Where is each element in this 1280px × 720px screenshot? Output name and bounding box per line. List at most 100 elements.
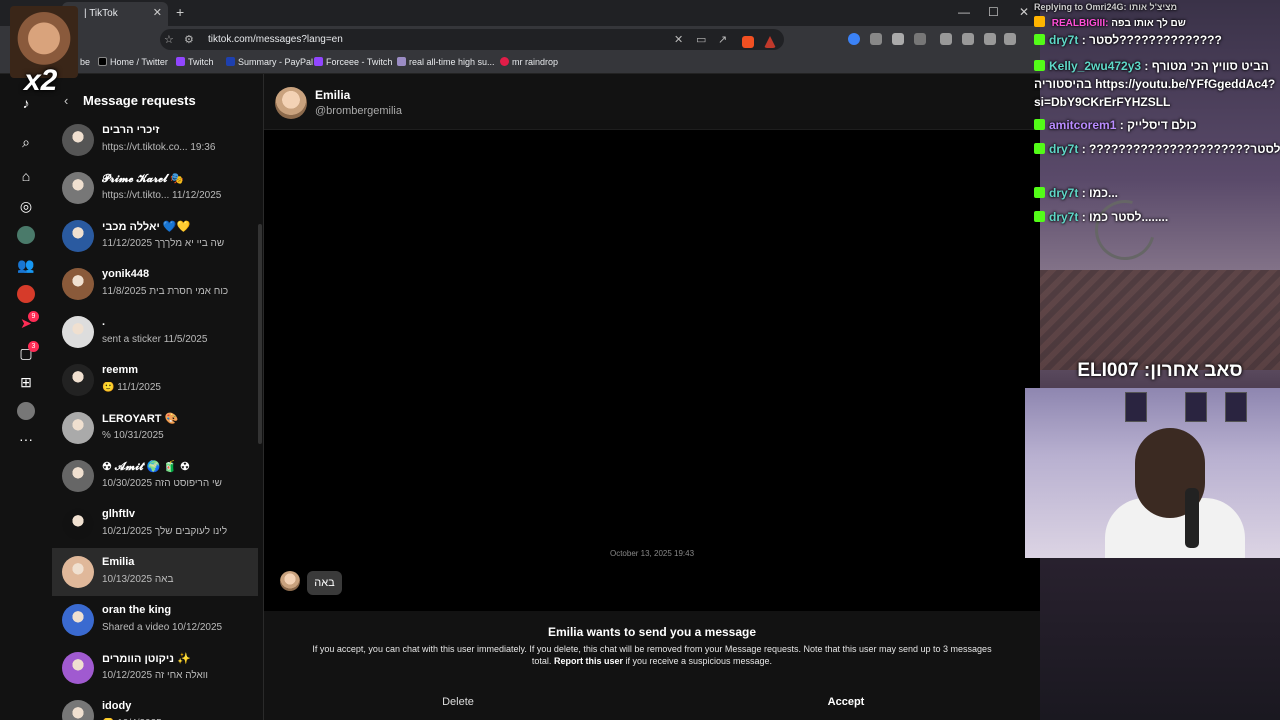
chat-text: : ??????????????????????לסטר bbox=[1081, 142, 1280, 156]
bookmark-item[interactable]: Summary - PayPal bbox=[226, 57, 313, 67]
chat-username[interactable]: amitcorem1 bbox=[1049, 118, 1116, 132]
tab-bar: | TikTok ✕ + — ☐ ✕ bbox=[0, 0, 1040, 26]
vpn-icon[interactable] bbox=[1004, 33, 1016, 45]
bookmark-item[interactable]: be bbox=[80, 57, 90, 67]
avatar bbox=[62, 412, 94, 444]
share-icon[interactable]: ↗ bbox=[718, 33, 727, 46]
site-info-icon[interactable]: ⚙ bbox=[184, 33, 194, 46]
conversation-item[interactable]: LEROYART 🎨 % 10/31/2025 bbox=[52, 404, 258, 452]
conversation-name: ניקוטן הוומרים ✨ bbox=[102, 653, 191, 665]
accept-button[interactable]: Accept bbox=[652, 691, 1040, 713]
conversation-item[interactable]: oran the king Shared a video 10/12/2025 bbox=[52, 596, 258, 644]
wallet-icon[interactable] bbox=[962, 33, 974, 45]
bookmark-icon[interactable]: ☆ bbox=[164, 33, 174, 46]
browser-window: | TikTok ✕ + — ☐ ✕ ☆ ⚙ tiktok.com/messag… bbox=[0, 0, 1040, 720]
bookmark-item[interactable]: real all-time high su... bbox=[397, 57, 495, 67]
conversation-item[interactable]: idody🙂 10/4/2025 bbox=[52, 692, 258, 720]
chat-username[interactable]: dry7t bbox=[1049, 33, 1078, 47]
conversation-preview: לינו לעוקבים שלך 10/21/2025 bbox=[102, 526, 228, 537]
upload-icon[interactable]: ⊞ bbox=[17, 373, 35, 391]
url-field[interactable]: ☆ ⚙ tiktok.com/messages?lang=en ✕ ▭ ↗ bbox=[160, 29, 784, 50]
stream-emote-overlay: x2 bbox=[10, 6, 78, 97]
live-avatar-icon[interactable] bbox=[17, 226, 35, 244]
brave-rewards-icon[interactable] bbox=[764, 36, 776, 48]
sidebar-icon[interactable] bbox=[940, 33, 952, 45]
close-window-icon[interactable]: ✕ bbox=[1019, 5, 1029, 19]
wall-frame-image bbox=[1185, 392, 1207, 422]
avatar bbox=[62, 700, 94, 720]
chat-username[interactable]: dry7t bbox=[1049, 186, 1078, 200]
chat-message: dry7t : לסטר?????????????? bbox=[1034, 33, 1280, 47]
kick-badge-icon bbox=[1034, 187, 1045, 198]
following-icon[interactable]: 👥 bbox=[17, 256, 35, 274]
chat-message: dry7t : לסטר כמו........ bbox=[1034, 210, 1280, 224]
conversation-item[interactable]: יאללה מכבי 💙💛 שה ביי יא מלךךך 11/12/2025 bbox=[52, 212, 258, 260]
translate-icon[interactable] bbox=[892, 33, 904, 45]
home-icon[interactable]: ⌂ bbox=[17, 167, 35, 185]
brave-shield-icon[interactable] bbox=[742, 36, 754, 48]
request-text: If you accept, you can chat with this us… bbox=[312, 644, 992, 666]
profile-avatar-icon[interactable] bbox=[17, 402, 35, 420]
maximize-icon[interactable]: ☐ bbox=[988, 5, 999, 19]
scrollbar[interactable] bbox=[258, 224, 262, 444]
more-icon[interactable]: ··· bbox=[17, 430, 35, 448]
new-tab-icon[interactable]: + bbox=[176, 4, 184, 20]
message-timestamp: October 13, 2025 19:43 bbox=[609, 549, 695, 558]
address-bar: ☆ ⚙ tiktok.com/messages?lang=en ✕ ▭ ↗ bbox=[0, 26, 1040, 52]
avatar bbox=[62, 220, 94, 252]
tab-close-icon[interactable]: ✕ bbox=[153, 6, 162, 19]
conversation-item[interactable]: 𝓟𝓻𝓲𝓶𝓮 𝓚𝓪𝓻𝓮𝓵 🎭 https://vt.tikto... 11/12/2… bbox=[52, 164, 258, 212]
bookmark-item[interactable]: Forceee - Twitch bbox=[314, 57, 392, 67]
rooftop-image bbox=[1040, 270, 1280, 370]
mute-icon[interactable]: ✕ bbox=[674, 33, 683, 46]
search-icon[interactable]: ⌕ bbox=[17, 133, 35, 151]
conversation-name: ☢ 𝓐𝓶𝓲𝓽 🌍 🧃 ☢ bbox=[102, 461, 190, 473]
kick-badge-icon bbox=[1034, 119, 1045, 130]
conversation-item[interactable]: glhftlv לינו לעוקבים שלך 10/21/2025 bbox=[52, 500, 258, 548]
chat-text: : כולם דיסלייק bbox=[1119, 118, 1197, 132]
cast-icon[interactable]: ▭ bbox=[696, 33, 706, 46]
conversation-name: Emilia bbox=[102, 556, 135, 568]
bookmark-item[interactable]: Home / Twitter bbox=[98, 57, 168, 67]
shield-icon[interactable] bbox=[870, 33, 882, 45]
friends-icon[interactable] bbox=[17, 285, 35, 303]
conversation-item[interactable]: reemm 🙂 11/1/2025 bbox=[52, 356, 258, 404]
conversation-item[interactable]: ניקוטן הוומרים ✨ וואלה אחי זה 10/12/2025 bbox=[52, 644, 258, 692]
chat-area: Emilia @brombergemilia October 13, 2025 … bbox=[264, 74, 1040, 720]
conversation-item[interactable]: Emilia באה 10/13/2025 bbox=[52, 548, 258, 596]
chat-message: dry7t : כמו... bbox=[1034, 186, 1280, 200]
chat-message: dry7t : ??????????????????????לסטר bbox=[1034, 142, 1280, 156]
chat-header: Emilia @brombergemilia bbox=[264, 74, 1040, 130]
chat-username[interactable]: dry7t bbox=[1049, 142, 1078, 156]
conversation-preview: וואלה אחי זה 10/12/2025 bbox=[102, 670, 208, 681]
conversation-item[interactable]: yonik448 כוח אמי חסרת בית 11/8/2025 bbox=[52, 260, 258, 308]
chat-user-handle[interactable]: @brombergemilia bbox=[315, 105, 402, 117]
tiktok-app: ♪ ⌕ ⌂ ◎ 👥 ➤ 9 ▢ 3 ⊞ ··· ‹ Message reques… bbox=[0, 74, 1040, 720]
conversation-name: LEROYART 🎨 bbox=[102, 413, 179, 425]
explore-icon[interactable]: ◎ bbox=[17, 197, 35, 215]
conversation-name: reemm bbox=[102, 364, 139, 376]
conversation-name: 𝓟𝓻𝓲𝓶𝓮 𝓚𝓪𝓻𝓮𝓵 🎭 bbox=[102, 173, 185, 185]
chat-username[interactable]: Kelly_2wu472y3 bbox=[1049, 59, 1141, 73]
extension-icon[interactable] bbox=[848, 33, 860, 45]
avatar bbox=[62, 172, 94, 204]
delete-button[interactable]: Delete bbox=[264, 691, 652, 713]
report-user-link[interactable]: Report this user bbox=[554, 656, 623, 666]
bookmark-item[interactable]: Twitch bbox=[176, 57, 214, 67]
chat-username[interactable]: dry7t bbox=[1049, 210, 1078, 224]
leo-icon[interactable] bbox=[984, 33, 996, 45]
conversation-item[interactable]: זיכרי הרבים https://vt.tiktok.co... 19:36 bbox=[52, 116, 258, 164]
avatar bbox=[62, 556, 94, 588]
messages-badge: 3 bbox=[28, 341, 39, 352]
puzzle-icon[interactable] bbox=[914, 33, 926, 45]
chat-text: : לסטר?????????????? bbox=[1081, 33, 1222, 47]
multiplier-label: x2 bbox=[24, 64, 58, 97]
conversation-item[interactable]: ☢ 𝓐𝓶𝓲𝓽 🌍 🧃 ☢ שי הריפוסט הזה 10/30/2025 bbox=[52, 452, 258, 500]
minimize-icon[interactable]: — bbox=[958, 5, 970, 19]
conversation-preview: 🙂 11/1/2025 bbox=[102, 382, 161, 393]
chat-user-name[interactable]: Emilia bbox=[315, 88, 350, 102]
back-arrow-icon[interactable]: ‹ bbox=[64, 93, 68, 108]
conversation-item[interactable]: . sent a sticker 11/5/2025 bbox=[52, 308, 258, 356]
bookmark-item[interactable]: mr raindrop bbox=[500, 57, 558, 67]
avatar[interactable] bbox=[275, 87, 307, 119]
